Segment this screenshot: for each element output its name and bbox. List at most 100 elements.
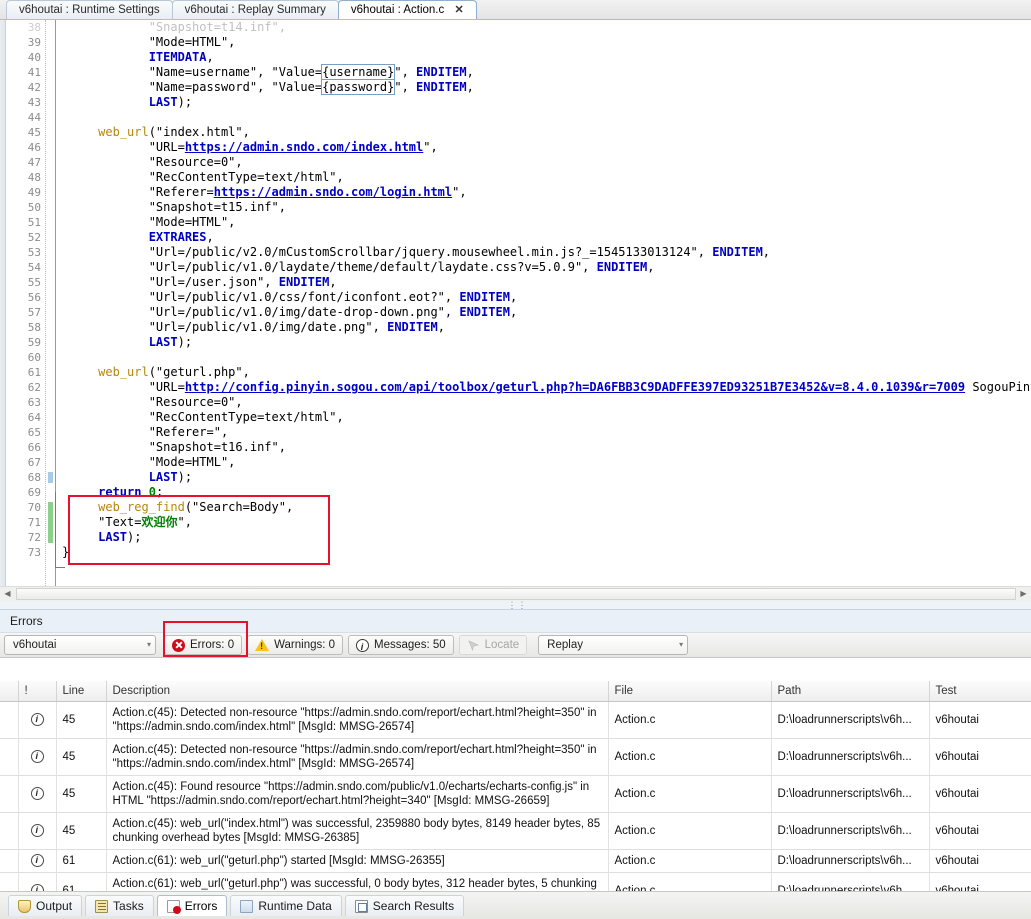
bottom-tab-output[interactable]: Output <box>8 895 83 916</box>
code-line[interactable]: "Mode=HTML", <box>62 35 1031 50</box>
code-line[interactable]: LAST); <box>62 530 1031 545</box>
code-line[interactable]: "Snapshot=t16.inf", <box>62 440 1031 455</box>
code-line[interactable]: } <box>62 545 1031 560</box>
code-line[interactable]: "RecContentType=text/html", <box>62 170 1031 185</box>
errors-table-container[interactable]: ! Line Description File Path Test 45Acti… <box>0 681 1031 891</box>
row-line-cell: 45 <box>56 775 107 813</box>
table-row[interactable]: 45Action.c(45): web_url("index.html") wa… <box>0 812 1031 850</box>
scroll-right-icon[interactable]: ▶ <box>1016 587 1031 601</box>
table-row[interactable]: 45Action.c(45): Detected non-resource "h… <box>0 701 1031 739</box>
code-line[interactable]: "Url=/public/v1.0/img/date.png", ENDITEM… <box>62 320 1031 335</box>
row-gutter <box>0 849 19 873</box>
panel-splitter[interactable]: ⋮⋮ <box>0 600 1031 610</box>
code-line[interactable]: LAST); <box>62 335 1031 350</box>
code-line[interactable]: "RecContentType=text/html", <box>62 410 1031 425</box>
line-number: 56 <box>27 291 41 304</box>
code-line[interactable]: "Referer=", <box>62 425 1031 440</box>
code-line[interactable]: LAST); <box>62 470 1031 485</box>
row-test-cell: v6houtai <box>929 701 1031 739</box>
code-editor[interactable]: 38 39 40 41 42 43 44 45 46 47 48 49 50 51 52 53 54 55 56 57… <box>0 20 1031 586</box>
script-selector-dropdown[interactable]: v6houtai ▾ <box>4 635 156 655</box>
editor-tab-bar: v6houtai : Runtime Settings v6houtai : R… <box>0 0 1031 20</box>
column-header-line[interactable]: Line <box>56 681 107 702</box>
bottom-tab-errors[interactable]: Errors <box>156 895 228 916</box>
line-number: 52 <box>27 231 41 244</box>
code-text-area[interactable]: "Snapshot=t14.inf", "Mode=HTML", ITEMDAT… <box>62 20 1031 586</box>
script-selector-value: v6houtai <box>13 639 57 651</box>
table-row[interactable]: 61Action.c(61): web_url("geturl.php") st… <box>0 849 1031 873</box>
code-line[interactable]: web_url("geturl.php", <box>62 365 1031 380</box>
row-file-cell: Action.c <box>608 849 772 873</box>
code-line[interactable]: "URL=http://config.pinyin.sogou.com/api/… <box>62 380 1031 395</box>
line-number: 48 <box>27 171 41 184</box>
code-line[interactable]: "Snapshot=t14.inf", <box>62 20 1031 35</box>
tab-runtime-settings[interactable]: v6houtai : Runtime Settings <box>6 0 173 19</box>
table-row[interactable]: 61Action.c(61): web_url("geturl.php") wa… <box>0 872 1031 891</box>
column-header-path[interactable]: Path <box>771 681 930 702</box>
line-number: 43 <box>27 96 41 109</box>
search-results-icon <box>354 899 368 913</box>
row-severity-cell <box>18 812 57 850</box>
change-marker <box>48 502 53 543</box>
line-number: 60 <box>27 351 41 364</box>
code-line[interactable]: web_url("index.html", <box>62 125 1031 140</box>
code-line[interactable]: LAST); <box>62 95 1031 110</box>
messages-filter-button[interactable]: Messages: 50 <box>348 635 454 656</box>
bottom-tab-search-results[interactable]: Search Results <box>344 895 465 916</box>
code-line[interactable]: web_reg_find("Search=Body", <box>62 500 1031 515</box>
code-line[interactable]: "Referer=https://admin.sndo.com/login.ht… <box>62 185 1031 200</box>
scroll-left-icon[interactable]: ◀ <box>0 587 15 601</box>
code-line[interactable]: "Url=/public/v1.0/laydate/theme/default/… <box>62 260 1031 275</box>
line-number: 39 <box>27 36 41 49</box>
row-test-cell: v6houtai <box>929 738 1031 776</box>
bottom-tab-tasks[interactable]: Tasks <box>85 895 154 916</box>
row-gutter <box>0 812 19 850</box>
errors-filter-button[interactable]: Errors: 0 <box>164 635 243 655</box>
close-icon[interactable]: ✕ <box>454 4 463 16</box>
row-severity-cell <box>18 872 57 891</box>
code-line[interactable]: "Resource=0", <box>62 395 1031 410</box>
bottom-tab-runtime-data[interactable]: Runtime Data <box>230 895 342 916</box>
table-row[interactable]: 45Action.c(45): Detected non-resource "h… <box>0 738 1031 776</box>
line-number: 46 <box>27 141 41 154</box>
code-line[interactable]: "Url=/user.json", ENDITEM, <box>62 275 1031 290</box>
splitter-grip-icon: ⋮⋮ <box>507 600 528 610</box>
info-icon <box>30 786 44 800</box>
info-icon <box>30 853 44 867</box>
code-line[interactable]: "Name=username", "Value={username}", END… <box>62 64 1031 80</box>
row-path-cell: D:\loadrunnerscripts\v6h... <box>771 701 930 739</box>
code-line[interactable]: "Resource=0", <box>62 155 1031 170</box>
sort-corner[interactable] <box>0 681 19 702</box>
code-line[interactable]: return 0; <box>62 485 1031 500</box>
code-line[interactable] <box>62 350 1031 365</box>
row-file-cell: Action.c <box>608 701 772 739</box>
code-line[interactable]: "Mode=HTML", <box>62 215 1031 230</box>
line-number: 49 <box>27 186 41 199</box>
column-header-severity[interactable]: ! <box>18 681 57 702</box>
column-header-test[interactable]: Test <box>929 681 1031 702</box>
row-path-cell: D:\loadrunnerscripts\v6h... <box>771 775 930 813</box>
scrollbar-thumb[interactable] <box>16 588 1016 600</box>
code-line[interactable]: "Url=/public/v2.0/mCustomScrollbar/jquer… <box>62 245 1031 260</box>
tab-action-c[interactable]: v6houtai : Action.c ✕ <box>337 0 477 19</box>
code-line[interactable]: "URL=https://admin.sndo.com/index.html", <box>62 140 1031 155</box>
code-line[interactable]: EXTRARES, <box>62 230 1031 245</box>
code-line[interactable]: "Mode=HTML", <box>62 455 1031 470</box>
code-line[interactable] <box>62 110 1031 125</box>
code-line[interactable]: "Name=password", "Value={password}", END… <box>62 79 1031 95</box>
editor-horizontal-scrollbar[interactable]: ◀ ▶ <box>0 586 1031 601</box>
row-test-cell: v6houtai <box>929 849 1031 873</box>
code-line[interactable]: "Url=/public/v1.0/img/date-drop-down.png… <box>62 305 1031 320</box>
code-line[interactable]: ITEMDATA, <box>62 50 1031 65</box>
table-row[interactable]: 45Action.c(45): Found resource "https://… <box>0 775 1031 813</box>
info-icon <box>30 823 44 837</box>
chevron-down-icon: ▾ <box>679 640 684 649</box>
replay-selector-dropdown[interactable]: Replay ▾ <box>538 635 689 655</box>
tab-replay-summary[interactable]: v6houtai : Replay Summary <box>171 0 339 19</box>
code-line[interactable]: "Snapshot=t15.inf", <box>62 200 1031 215</box>
column-header-description[interactable]: Description <box>106 681 609 702</box>
warnings-filter-button[interactable]: Warnings: 0 <box>247 635 344 655</box>
code-line[interactable]: "Url=/public/v1.0/css/font/iconfont.eot?… <box>62 290 1031 305</box>
code-line[interactable]: "Text=欢迎你", <box>62 515 1031 530</box>
column-header-file[interactable]: File <box>608 681 772 702</box>
